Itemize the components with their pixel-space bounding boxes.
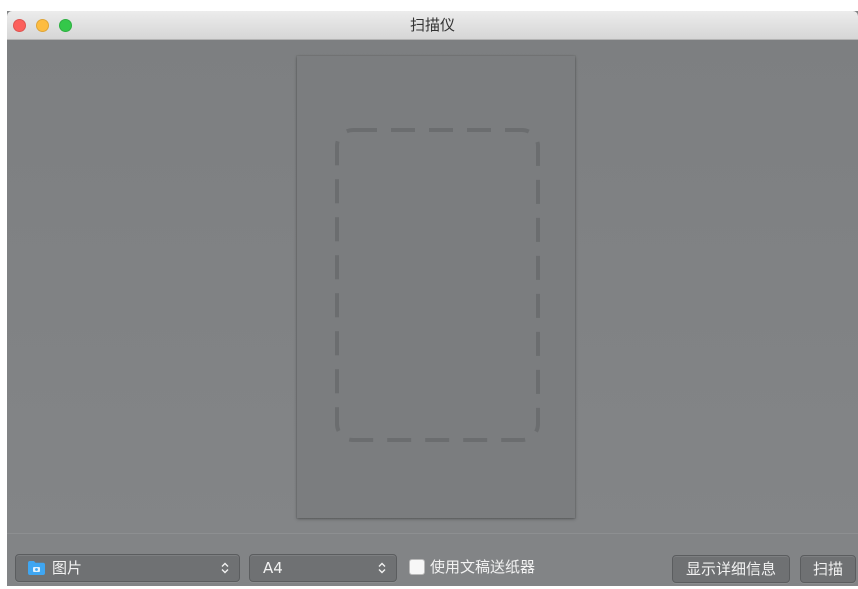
title-bar: 扫描仪	[7, 11, 858, 40]
scan-placeholder-frame	[335, 128, 540, 442]
popup-arrows-icon	[221, 562, 229, 574]
document-feeder-label[interactable]: 使用文稿送纸器	[430, 554, 535, 582]
window-title: 扫描仪	[409, 16, 455, 34]
popup-arrows-icon	[378, 562, 386, 574]
pictures-folder-icon	[28, 561, 45, 575]
destination-popup[interactable]: 图片	[15, 554, 240, 582]
show-details-button[interactable]: 显示详细信息	[672, 555, 790, 583]
destination-label: 图片	[52, 559, 83, 577]
document-feeder-checkbox[interactable]	[409, 559, 425, 575]
paper-size-label: A4	[263, 559, 283, 577]
paper-preview	[297, 56, 575, 518]
scan-button[interactable]: 扫描	[800, 555, 856, 583]
paper-size-popup[interactable]: A4	[249, 554, 397, 582]
scanner-window: 扫描仪 图片 A4 使用文稿送纸器 显示详细信息 扫描	[7, 11, 858, 586]
scan-preview-area	[7, 40, 858, 533]
bottom-toolbar: 图片 A4 使用文稿送纸器 显示详细信息 扫描	[7, 533, 858, 586]
